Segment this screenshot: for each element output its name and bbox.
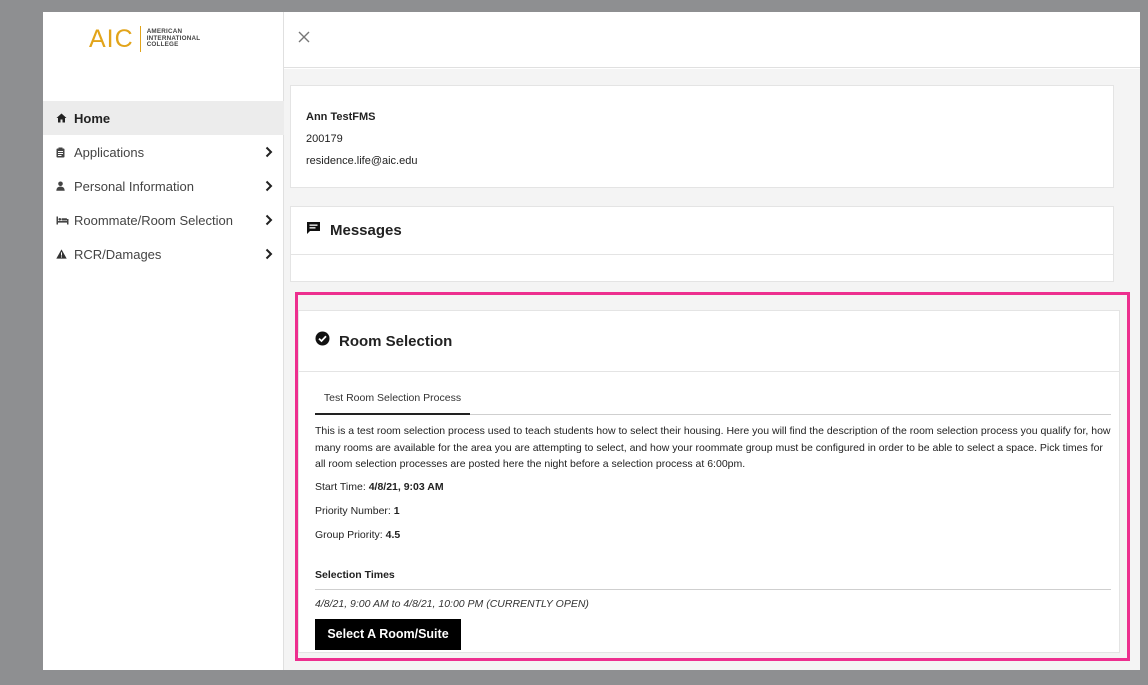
logo-mark: AIC: [89, 24, 134, 53]
select-room-suite-button[interactable]: Select A Room/Suite: [315, 618, 461, 650]
message-icon: [306, 221, 321, 240]
sidebar-item-home[interactable]: Home: [43, 101, 284, 135]
process-description: This is a test room selection process us…: [315, 425, 1111, 470]
top-bar: [284, 12, 1140, 68]
sidebar-item-label: Roommate/Room Selection: [74, 212, 233, 228]
clipboard-icon: [56, 147, 71, 158]
sidebar: AIC AMERICAN INTERNATIONAL COLLEGE Home …: [43, 12, 284, 670]
group-priority-label: Group Priority:: [315, 528, 383, 541]
tab-test-room-selection-process[interactable]: Test Room Selection Process: [315, 387, 470, 415]
room-selection-header: Room Selection: [299, 311, 1119, 372]
selection-time-window: 4/8/21, 9:00 AM to 4/8/21, 10:00 PM (CUR…: [315, 597, 589, 610]
group-priority-value: 4.5: [385, 528, 401, 541]
chevron-right-icon: [262, 212, 276, 228]
sidebar-item-personal-information[interactable]: Personal Information: [43, 169, 284, 203]
chevron-right-icon: [262, 144, 276, 160]
priority-number-label: Priority Number:: [315, 504, 391, 517]
sidebar-item-applications[interactable]: Applications: [43, 135, 284, 169]
bed-icon: [56, 216, 71, 225]
app-window: AIC AMERICAN INTERNATIONAL COLLEGE Home …: [43, 12, 1140, 670]
messages-header: Messages: [291, 207, 1113, 255]
priority-number-row: Priority Number: 1: [315, 503, 1111, 520]
sidebar-item-label: Home: [74, 110, 111, 126]
warning-icon: [56, 249, 71, 259]
profile-name: Ann TestFMS: [306, 111, 376, 123]
main-content: Ann TestFMS 200179 residence.life@aic.ed…: [284, 69, 1140, 670]
start-time-row: Start Time: 4/8/21, 9:03 AM: [315, 479, 1111, 496]
logo[interactable]: AIC AMERICAN INTERNATIONAL COLLEGE: [89, 22, 200, 56]
chevron-right-icon: [262, 246, 276, 262]
profile-email: residence.life@aic.edu: [306, 155, 418, 167]
chevron-right-icon: [262, 178, 276, 194]
start-time-label: Start Time:: [315, 480, 366, 493]
group-priority-row: Group Priority: 4.5: [315, 527, 1111, 544]
room-selection-title: Room Selection: [339, 332, 453, 350]
profile-id: 200179: [306, 133, 343, 145]
sidebar-item-rcr-damages[interactable]: RCR/Damages: [43, 237, 284, 271]
logo-line-3: COLLEGE: [146, 41, 179, 49]
home-icon: [56, 113, 71, 123]
room-selection-card: Room Selection Test Room Selection Proce…: [298, 310, 1120, 653]
sidebar-item-roommate-room-selection[interactable]: Roommate/Room Selection: [43, 203, 284, 237]
messages-title: Messages: [330, 222, 402, 239]
sidebar-item-label: Applications: [74, 144, 145, 160]
start-time-value: 4/8/21, 9:03 AM: [368, 480, 444, 493]
check-circle-icon: [315, 331, 330, 351]
room-selection-body: This is a test room selection process us…: [315, 423, 1111, 650]
logo-divider: [139, 26, 141, 52]
priority-number-value: 1: [393, 504, 400, 517]
messages-card: Messages: [290, 206, 1114, 282]
close-icon[interactable]: [296, 29, 312, 45]
user-icon: [56, 181, 71, 191]
sidebar-nav: Home Applications Personal Information R…: [43, 101, 284, 271]
selection-times-heading: Selection Times: [315, 569, 1111, 590]
tab-bar: Test Room Selection Process: [315, 387, 1111, 415]
sidebar-item-label: Personal Information: [74, 178, 194, 194]
logo-wordmark: AMERICAN INTERNATIONAL COLLEGE: [147, 29, 201, 49]
profile-card: Ann TestFMS 200179 residence.life@aic.ed…: [290, 85, 1114, 188]
sidebar-item-label: RCR/Damages: [74, 246, 162, 262]
